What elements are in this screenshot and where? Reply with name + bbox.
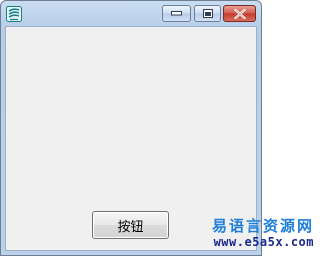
minimize-icon	[171, 11, 182, 16]
main-button[interactable]: 按钮	[92, 211, 169, 239]
close-icon	[233, 8, 246, 19]
close-button[interactable]	[223, 5, 256, 22]
minimize-button[interactable]	[162, 5, 191, 22]
title-bar[interactable]	[1, 1, 261, 27]
maximize-button[interactable]	[194, 5, 221, 22]
maximize-icon	[202, 9, 213, 18]
app-logo-icon[interactable]	[6, 6, 22, 22]
